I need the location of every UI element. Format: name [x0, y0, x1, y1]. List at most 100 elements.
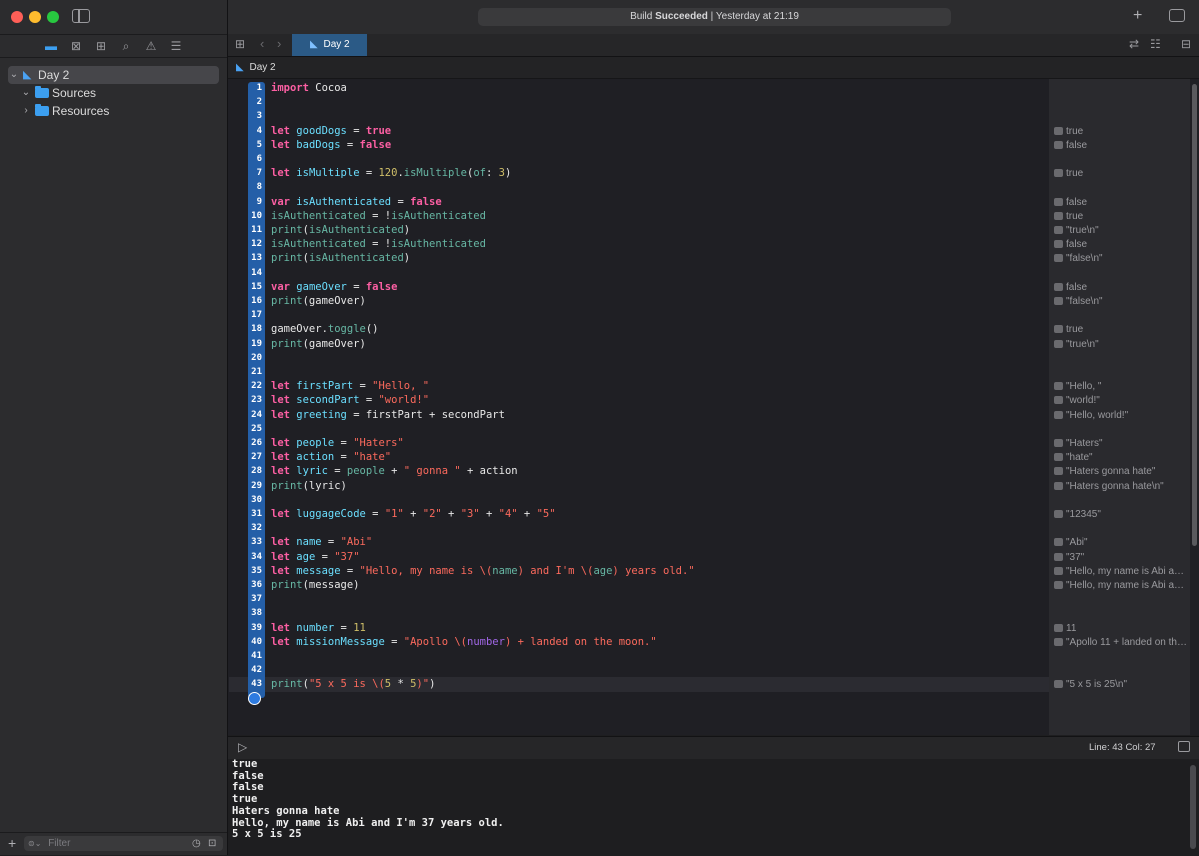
quick-look-icon[interactable] [1054, 126, 1063, 135]
editor-scroll-thumb[interactable] [1192, 84, 1197, 546]
result-value[interactable]: "false\n" [1054, 296, 1188, 307]
result-value[interactable]: "world!" [1054, 395, 1188, 406]
sidebar-toggle-icon[interactable] [72, 9, 90, 23]
code-line[interactable]: let lyric = people + " gonna " + action [271, 465, 518, 477]
console-scrollbar[interactable] [1190, 765, 1196, 849]
result-value[interactable]: "Haters gonna hate\n" [1054, 481, 1188, 492]
split-editor-icon[interactable]: ⊟ [1181, 37, 1191, 51]
result-value[interactable]: "Hello, my name is Abi and I'm 37 years … [1054, 580, 1188, 591]
quick-look-icon[interactable] [1054, 637, 1063, 646]
warning-icon[interactable]: ⚠ [143, 38, 159, 54]
tab-day2[interactable]: ◣ Day 2 [292, 34, 367, 56]
code-line[interactable]: let firstPart = "Hello, " [271, 380, 429, 392]
close-window-button[interactable] [11, 11, 23, 23]
refresh-icon[interactable]: ⇄ [1129, 37, 1139, 51]
code-line[interactable]: import Cocoa [271, 82, 347, 94]
code-line[interactable]: let missionMessage = "Apollo \(number) +… [271, 636, 657, 648]
editor-options-icon[interactable]: ☷ [1150, 37, 1161, 51]
result-value[interactable]: "Apollo 11 + landed on the moon." [1054, 637, 1188, 648]
quick-look-icon[interactable] [1054, 140, 1063, 149]
quick-look-icon[interactable] [1054, 623, 1063, 632]
quick-look-icon[interactable] [1054, 510, 1063, 518]
code-line[interactable]: let secondPart = "world!" [271, 394, 429, 406]
quick-look-icon[interactable] [1054, 240, 1063, 249]
code-line[interactable]: print(isAuthenticated) [271, 252, 410, 264]
result-value[interactable]: true [1054, 168, 1188, 179]
chevron-down-icon[interactable]: ⌄ [8, 66, 20, 84]
result-value[interactable]: false [1054, 197, 1188, 208]
code-line[interactable]: var gameOver = false [271, 281, 397, 293]
result-value[interactable]: "12345" [1054, 509, 1188, 520]
play-icon[interactable]: ▷ [238, 740, 247, 754]
code-line[interactable]: let people = "Haters" [271, 437, 404, 449]
recent-files-icon[interactable]: ◷ [192, 836, 201, 851]
code-line[interactable]: isAuthenticated = !isAuthenticated [271, 210, 486, 222]
result-value[interactable]: "Haters gonna hate" [1054, 466, 1188, 477]
run-playground-button[interactable] [248, 692, 261, 705]
quick-look-icon[interactable] [1054, 325, 1063, 334]
tree-item-resources[interactable]: › Resources [20, 102, 219, 120]
result-value[interactable]: "false\n" [1054, 253, 1188, 264]
quick-look-icon[interactable] [1054, 552, 1063, 561]
quick-look-icon[interactable] [1054, 282, 1063, 291]
tree-item-day2[interactable]: ⌄ ◣ Day 2 [8, 66, 219, 84]
report-icon[interactable]: ☰ [168, 38, 184, 54]
result-value[interactable]: true [1054, 211, 1188, 222]
quick-look-icon[interactable] [1054, 566, 1063, 575]
code-line[interactable]: let badDogs = false [271, 139, 391, 151]
quick-look-icon[interactable] [1054, 467, 1063, 476]
chevron-down-icon[interactable]: ⌄ [20, 84, 32, 102]
quick-look-icon[interactable] [1054, 254, 1063, 263]
quick-look-icon[interactable] [1054, 481, 1063, 490]
code-line[interactable]: print(isAuthenticated) [271, 224, 410, 236]
quick-look-icon[interactable] [1054, 680, 1063, 689]
folder-icon[interactable]: ▬ [43, 38, 59, 54]
minimize-window-button[interactable] [29, 11, 41, 23]
code-line[interactable]: gameOver.toggle() [271, 323, 379, 335]
quick-look-icon[interactable] [1054, 226, 1063, 234]
result-value[interactable]: "Haters" [1054, 438, 1188, 449]
result-value[interactable]: "Abi" [1054, 537, 1188, 548]
quick-look-icon[interactable] [1054, 382, 1063, 391]
result-value[interactable]: false [1054, 140, 1188, 151]
quick-look-icon[interactable] [1054, 439, 1063, 447]
result-value[interactable]: 11 [1054, 623, 1188, 634]
jump-bar[interactable]: ◣ Day 2 [228, 57, 1199, 79]
quick-look-icon[interactable] [1054, 410, 1063, 419]
filter-input[interactable]: ⊜⌄ Filter ◷ ⊡ [24, 836, 223, 851]
result-value[interactable]: "Hello, world!" [1054, 410, 1188, 421]
result-value[interactable]: "true\n" [1054, 225, 1188, 236]
filter-options-icon[interactable]: ⊜⌄ [28, 839, 41, 848]
add-icon[interactable]: + [8, 835, 16, 851]
forward-icon[interactable]: › [277, 36, 281, 51]
quick-look-icon[interactable] [1054, 581, 1063, 589]
code-line[interactable]: let isMultiple = 120.isMultiple(of: 3) [271, 167, 511, 179]
code-line[interactable]: isAuthenticated = !isAuthenticated [271, 238, 486, 250]
code-line[interactable]: let greeting = firstPart + secondPart [271, 409, 505, 421]
quick-look-icon[interactable] [1054, 197, 1063, 206]
code-line[interactable]: let message = "Hello, my name is \(name)… [271, 565, 695, 577]
quick-look-icon[interactable] [1054, 211, 1063, 220]
console-toggle-icon[interactable] [1178, 741, 1190, 752]
symbol-icon[interactable]: ⊞ [93, 38, 109, 54]
code-line[interactable]: print(gameOver) [271, 338, 366, 350]
result-value[interactable]: "hate" [1054, 452, 1188, 463]
quick-look-icon[interactable] [1054, 396, 1063, 405]
result-value[interactable]: "5 x 5 is 25\n" [1054, 679, 1188, 690]
tree-item-sources[interactable]: ⌄ Sources [20, 84, 219, 102]
result-value[interactable]: "Hello, my name is Abi and I'm 37 years … [1054, 566, 1188, 577]
code-line[interactable]: print("5 x 5 is \(5 * 5)") [271, 678, 435, 690]
code-line[interactable]: print(message) [271, 579, 360, 591]
chevron-right-icon[interactable]: › [20, 102, 32, 120]
quick-look-icon[interactable] [1054, 169, 1063, 178]
search-icon[interactable]: ⌕ [118, 38, 134, 54]
result-value[interactable]: false [1054, 282, 1188, 293]
result-value[interactable]: false [1054, 239, 1188, 250]
result-value[interactable]: "true\n" [1054, 339, 1188, 350]
code-line[interactable]: var isAuthenticated = false [271, 196, 442, 208]
result-value[interactable]: "Hello, " [1054, 381, 1188, 392]
code-line[interactable]: let goodDogs = true [271, 125, 391, 137]
quick-look-icon[interactable] [1054, 339, 1063, 348]
plus-icon[interactable]: + [1133, 7, 1142, 25]
quick-look-icon[interactable] [1054, 453, 1063, 462]
